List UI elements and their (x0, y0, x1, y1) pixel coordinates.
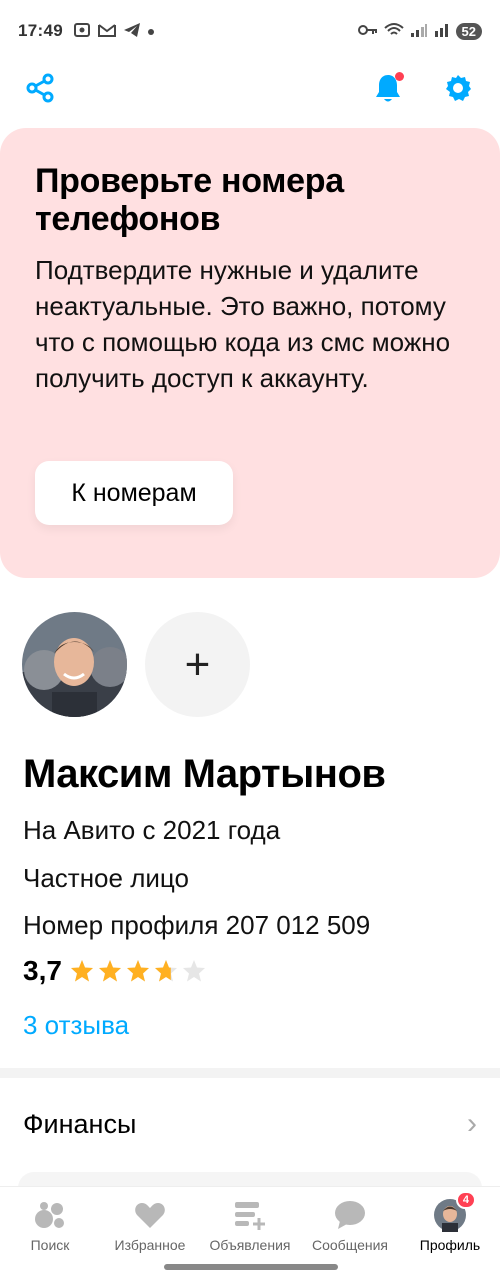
star-icon (154, 960, 177, 982)
share-icon (25, 73, 55, 108)
gmail-icon (97, 22, 117, 41)
screenshot-icon (73, 21, 91, 42)
home-indicator (164, 1264, 338, 1270)
signal-icon (410, 22, 428, 41)
listing-icon (232, 1197, 268, 1233)
tab-profile-label: Профиль (419, 1237, 481, 1253)
rating: 3,7 (23, 955, 206, 987)
share-button[interactable] (22, 72, 58, 108)
section-divider (0, 1068, 500, 1078)
banner-text: Подтвердите нужные и удалите неактуальны… (35, 255, 451, 393)
rating-stars (70, 959, 206, 983)
profile-badge: 4 (455, 1191, 476, 1209)
profile-number: Номер профиля 207 012 509 (23, 910, 371, 940)
banner-title: Проверьте номера телефонов (35, 162, 344, 238)
search-circles-icon (32, 1197, 68, 1233)
notifications-button[interactable] (370, 72, 406, 108)
tab-messages-label: Сообщения (312, 1237, 388, 1253)
add-avatar-button[interactable]: + (145, 612, 250, 717)
chat-bubble-icon (332, 1197, 368, 1233)
tab-favorites-label: Избранное (114, 1237, 186, 1253)
battery-indicator: 52 (455, 22, 482, 40)
top-app-bar (0, 62, 500, 118)
tab-listings-label: Объявления (209, 1237, 291, 1253)
avatar-row: + (22, 612, 250, 717)
tab-profile[interactable]: 4 Профиль (400, 1187, 500, 1280)
gear-icon (443, 73, 473, 108)
notification-dot (395, 72, 404, 81)
tab-search[interactable]: Поиск (0, 1187, 100, 1280)
vpn-key-icon (357, 23, 378, 40)
status-bar: 17:49 52 (0, 0, 500, 62)
rating-value: 3,7 (23, 955, 62, 986)
to-numbers-button[interactable]: К номерам (35, 461, 233, 525)
chevron-right-icon: › (467, 1107, 477, 1140)
avatar[interactable] (22, 612, 127, 717)
settings-button[interactable] (440, 72, 476, 108)
star-icon (182, 960, 205, 982)
status-time: 17:49 (18, 21, 63, 40)
star-icon (70, 960, 93, 982)
star-icon (98, 960, 121, 982)
tab-search-label: Поиск (30, 1237, 70, 1253)
finance-label: Финансы (23, 1108, 137, 1139)
signal-2-icon (434, 22, 450, 41)
profile-name: Максим Мартынов (23, 752, 386, 796)
star-icon (126, 960, 149, 982)
member-since: На Авито с 2021 года (23, 815, 281, 845)
avatar-icon: 4 (432, 1191, 476, 1233)
reviews-link[interactable]: 3 отзыва (23, 1010, 129, 1041)
heart-icon (132, 1197, 168, 1233)
finance-row[interactable]: Финансы › (0, 1088, 500, 1160)
dot-icon (147, 23, 155, 39)
phone-verification-banner: Проверьте номера телефонов Подтвердите н… (0, 128, 500, 578)
wifi-icon (383, 22, 404, 41)
account-type: Частное лицо (23, 863, 189, 893)
telegram-icon (123, 22, 141, 41)
